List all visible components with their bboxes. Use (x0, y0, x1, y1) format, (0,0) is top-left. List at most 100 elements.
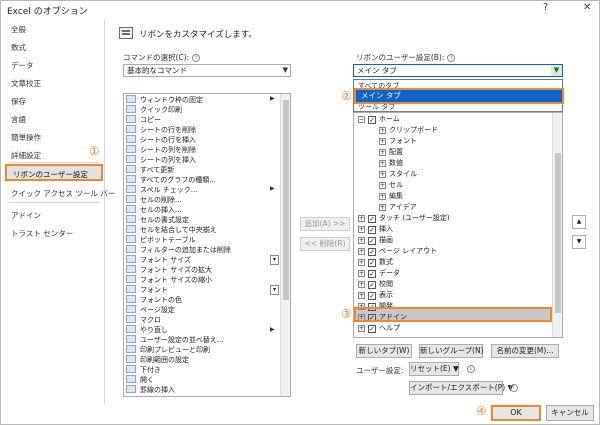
tab-checkbox[interactable]: ✓ (368, 270, 376, 278)
command-list-item[interactable]: すべてのグラフの種類... (126, 175, 216, 185)
reset-button[interactable]: リセット(E) ▼ (409, 362, 459, 376)
sidebar-item-general[interactable]: 全般 (1, 21, 104, 38)
ribbon-tree-item[interactable]: + ✓ 数式 (358, 257, 393, 268)
command-list-item[interactable]: 印刷範囲の設定 (126, 355, 189, 365)
tab-checkbox[interactable]: ✓ (368, 237, 376, 245)
command-list-item[interactable]: スペル チェック... (126, 185, 197, 195)
command-list-item[interactable]: フィルターの追加または削除 (126, 245, 231, 255)
sidebar-item-formulas[interactable]: 数式 (1, 39, 104, 56)
command-list-item[interactable]: セルの削除... (126, 195, 182, 205)
move-up-button[interactable]: ▲ (572, 215, 586, 229)
add-button[interactable]: 追加(A) >> (300, 217, 350, 231)
command-list-item[interactable]: セルの書式設定 (126, 215, 189, 225)
ribbon-tree-item[interactable]: + ✓ 校閲 (358, 279, 393, 290)
tab-checkbox[interactable]: ✓ (368, 292, 376, 300)
tab-checkbox[interactable]: ✓ (368, 215, 376, 223)
close-button[interactable]: ✕ (583, 2, 591, 13)
command-list-item[interactable]: 罫線の挿入 (126, 385, 175, 395)
tab-checkbox[interactable]: ✓ (368, 325, 376, 333)
sidebar-item-customize-ribbon[interactable]: リボンのユーザー設定 (5, 164, 103, 181)
ribbon-tree-item[interactable]: − ✓ ホーム (358, 114, 400, 125)
command-list-item[interactable]: シートの行を挿入 (126, 135, 196, 145)
expand-icon[interactable]: + (358, 325, 365, 332)
sidebar-item-save[interactable]: 保存 (1, 93, 104, 110)
ribbon-tree-item[interactable]: + ✓ ページ レイアウト (358, 246, 437, 257)
expand-icon[interactable]: + (379, 160, 386, 167)
command-list-item[interactable]: 開く (126, 375, 154, 385)
ribbon-tree-item[interactable]: + 編集 (379, 191, 403, 202)
expand-icon[interactable]: + (379, 171, 386, 178)
expand-icon[interactable]: + (358, 259, 365, 266)
tab-checkbox[interactable]: ✓ (368, 259, 376, 267)
ribbon-tree-item[interactable]: + ✓ データ (358, 268, 400, 279)
command-list-item[interactable]: フォント (126, 285, 168, 295)
font-picker-icon[interactable]: ▾ (270, 285, 279, 295)
expand-icon[interactable]: + (379, 138, 386, 145)
cancel-button[interactable]: キャンセル (546, 405, 594, 421)
command-list-item[interactable]: ページ設定 (126, 305, 175, 315)
tab-checkbox[interactable]: ✓ (368, 116, 376, 124)
command-list-item[interactable]: ユーザー設定の並べ替え... (126, 335, 224, 345)
ribbon-tree-item[interactable]: + ✓ 描画 (358, 235, 393, 246)
ribbon-tree-scrollbar[interactable] (552, 113, 562, 337)
ribbon-tree-item[interactable]: + 数値 (379, 158, 403, 169)
ribbon-tree-item[interactable]: + ✓ ヘルプ (358, 323, 400, 334)
expand-icon[interactable]: + (358, 292, 365, 299)
commands-select[interactable]: 基本的なコマンド ▼ (123, 64, 291, 77)
scroll-thumb[interactable] (283, 100, 289, 300)
command-list-item[interactable]: シートの行を削除 (126, 125, 196, 135)
expand-icon[interactable]: + (358, 281, 365, 288)
ribbon-tree-item[interactable]: + アイデア (379, 202, 417, 213)
expand-icon[interactable]: + (358, 237, 365, 244)
expand-icon[interactable]: + (358, 226, 365, 233)
command-list-item[interactable]: ウィンドウ枠の固定 (126, 95, 203, 105)
expand-icon[interactable]: + (379, 182, 386, 189)
collapse-icon[interactable]: − (358, 116, 365, 123)
command-list-item[interactable]: フォント サイズの拡大 (126, 265, 212, 275)
sidebar-item-quick-access-toolbar[interactable]: クイック アクセス ツール バー (1, 185, 115, 202)
ribbon-tree-item[interactable]: + フォント (379, 136, 417, 147)
ribbon-tree-item[interactable]: + ✓ 挿入 (358, 224, 393, 235)
ribbon-tree-item[interactable]: + 配置 (379, 147, 403, 158)
command-list-item[interactable]: フォント サイズ (126, 255, 191, 265)
sidebar-item-proofing[interactable]: 文章校正 (1, 75, 104, 92)
rename-button[interactable]: 名前の変更(M)... (491, 344, 559, 358)
remove-button[interactable]: << 削除(R) (300, 237, 350, 251)
command-list-item[interactable]: クイック印刷 (126, 105, 182, 115)
expand-icon[interactable]: + (358, 270, 365, 277)
command-list-item[interactable]: すべて更新 (126, 165, 174, 175)
command-list-item[interactable]: シートの列を削除 (126, 145, 196, 155)
tab-checkbox[interactable]: ✓ (368, 248, 376, 256)
command-list-item[interactable]: シートの列を挿入 (126, 155, 196, 165)
commands-list-scrollbar[interactable] (280, 94, 290, 396)
expand-icon[interactable]: + (379, 149, 386, 156)
expand-icon[interactable]: + (379, 204, 386, 211)
ribbon-tree-item[interactable]: + ✓ タッチ (ユーザー設定) (358, 213, 450, 224)
tab-checkbox[interactable]: ✓ (368, 226, 376, 234)
ribbon-tree-item[interactable]: + ✓ 表示 (358, 290, 393, 301)
sidebar-item-data[interactable]: データ (1, 57, 104, 74)
move-down-button[interactable]: ▼ (572, 235, 586, 249)
command-list-item[interactable]: セルを結合して中央揃え (126, 225, 217, 235)
ribbon-tree-item[interactable]: + クリップボード (379, 125, 438, 136)
ok-button[interactable]: OK (491, 405, 541, 421)
import-export-button[interactable]: インポート/エクスポート(P) ▼ (409, 381, 513, 395)
ribbon-tabs-select[interactable]: メイン タブ ▼ (353, 64, 563, 77)
command-list-item[interactable]: 印刷プレビューと印刷 (126, 345, 210, 355)
font-size-picker-icon[interactable]: ▾ (270, 255, 279, 265)
new-group-button[interactable]: 新しいグループ(N) (419, 344, 484, 358)
help-button[interactable]: ? (543, 2, 548, 13)
expand-icon[interactable]: + (358, 215, 365, 222)
command-list-item[interactable]: セルの挿入... (126, 205, 182, 215)
command-list-item[interactable]: コピー (126, 115, 161, 125)
command-list-item[interactable]: 下付き (126, 365, 161, 375)
command-list-item[interactable]: マクロ (126, 315, 161, 325)
expand-icon[interactable]: + (379, 127, 386, 134)
command-list-item[interactable]: やり直し (126, 325, 168, 335)
new-tab-button[interactable]: 新しいタブ(W) (356, 344, 412, 358)
expand-icon[interactable]: + (379, 193, 386, 200)
sidebar-item-language[interactable]: 言語 (1, 111, 104, 128)
ribbon-tree-item[interactable]: + セル (379, 180, 403, 191)
scroll-thumb[interactable] (555, 153, 561, 313)
commands-list[interactable]: ウィンドウ枠の固定 クイック印刷 コピー シートの行を削除 シートの行を挿入 シートの列を… (123, 93, 291, 397)
